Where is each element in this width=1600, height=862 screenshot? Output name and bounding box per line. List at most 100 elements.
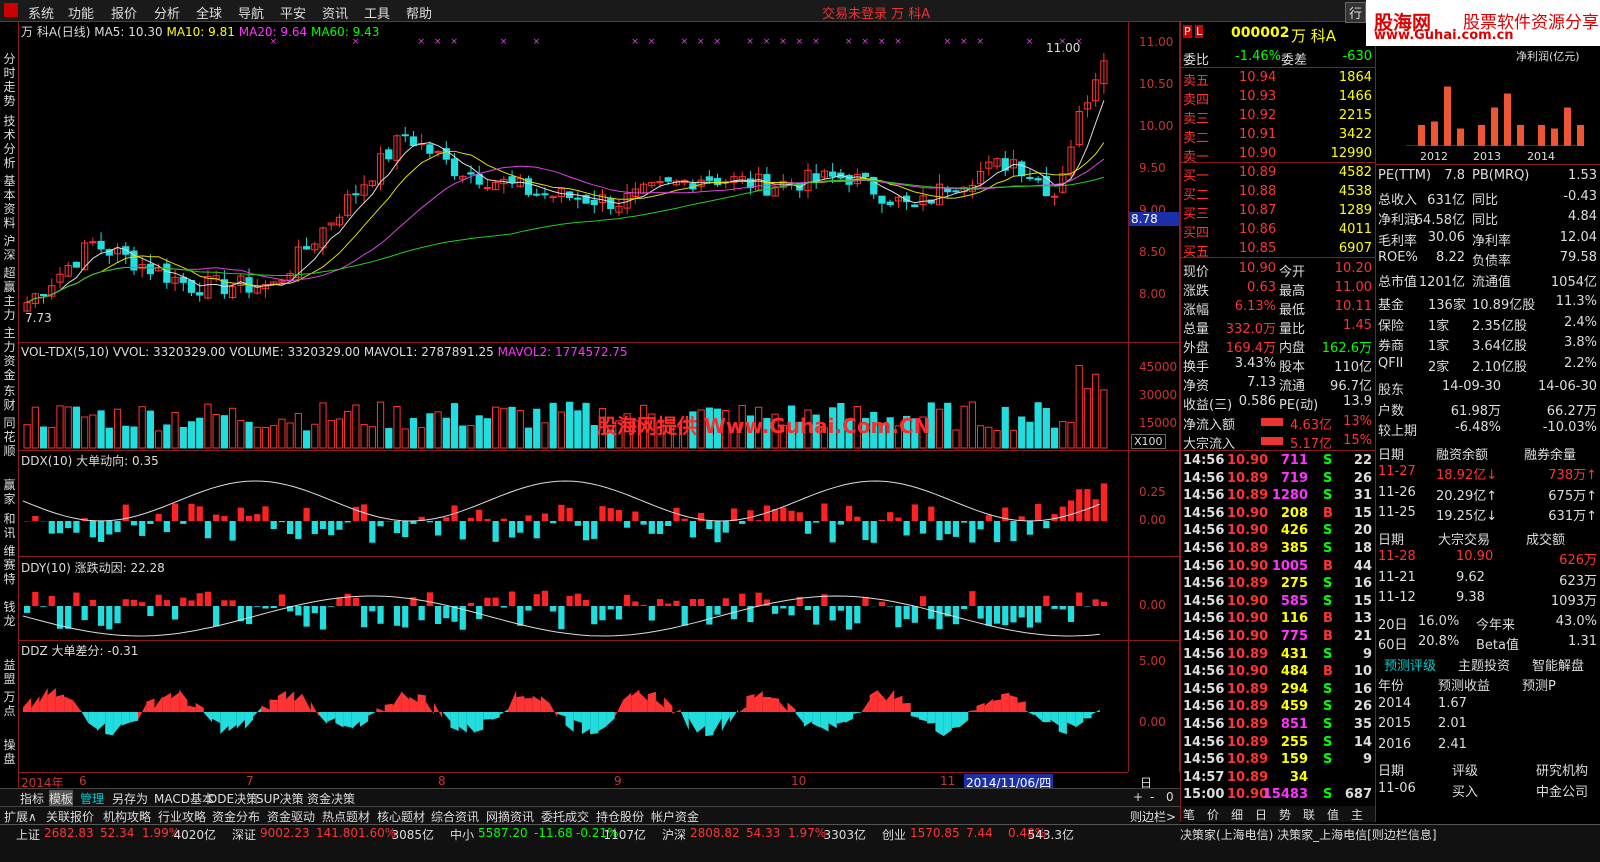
index-name: 深证	[232, 828, 257, 842]
index-item[interactable]: 沪深 2808.82 54.33 1.97% 3303亿	[648, 826, 868, 843]
ddz-area	[581, 712, 591, 735]
tab-digest-news[interactable]: 网摘资讯	[486, 808, 534, 825]
tab-general-news[interactable]: 综合资讯	[431, 808, 479, 825]
tab-manage[interactable]: 管理	[80, 790, 104, 807]
x-label: 10	[791, 774, 807, 788]
nav-main-funds[interactable]: 主力资金	[2, 326, 17, 382]
menu-system[interactable]: 系统	[28, 3, 54, 22]
menu-tools[interactable]: 工具	[364, 3, 390, 22]
nav-caopan[interactable]: 操盘	[2, 738, 17, 766]
chart-area[interactable]: × × × × × × × × × × × × × × × × × × × × × × × × × × × 万 科A(日线) MA5…	[19, 22, 1128, 772]
nav-minute-chart[interactable]: 分时走势	[2, 52, 17, 108]
index-item[interactable]: 创业 1570.85 7.44 0.48% 543.3亿	[868, 826, 1076, 843]
ddz-area	[787, 702, 796, 712]
tab-fund-decision[interactable]: 资金决策	[307, 790, 355, 807]
tab-link[interactable]: 联	[1303, 806, 1315, 823]
tab-value[interactable]: 值	[1327, 806, 1339, 823]
ddx-bar	[582, 521, 590, 541]
nav-tonghuashun[interactable]: 同花顺	[2, 416, 17, 458]
buy-row[interactable]: 买一 10.89 4582	[1181, 164, 1376, 184]
ddx-bar	[747, 510, 754, 521]
tab-forecast[interactable]: 预测评级	[1384, 655, 1436, 674]
tab-daily[interactable]: 日	[1255, 806, 1267, 823]
buy-row[interactable]: 买二 10.88 4538	[1181, 183, 1376, 203]
rating-row-cell: 11-06	[1378, 780, 1416, 796]
tab-price[interactable]: 价	[1207, 806, 1219, 823]
nav-qianlong[interactable]: 钱龙	[2, 600, 17, 628]
tab-theme[interactable]: 主题投资	[1458, 655, 1510, 674]
index-item[interactable]: 中小 5587.20 -11.68 -0.21% 1107亿	[436, 826, 648, 843]
signal-marker: ×	[434, 37, 442, 47]
nav-winner[interactable]: 赢家	[2, 478, 17, 506]
menu-pingan[interactable]: 平安	[280, 3, 306, 22]
ddy-bar	[81, 606, 88, 621]
menu-news[interactable]: 资讯	[322, 3, 348, 22]
tab-main[interactable]: 主	[1351, 806, 1363, 823]
nav-hushen[interactable]: 沪深	[2, 234, 17, 262]
sell-row[interactable]: 卖一 10.90 12990	[1181, 145, 1376, 165]
nav-weisaite[interactable]: 维赛特	[2, 544, 17, 586]
ddx-bar	[1076, 489, 1083, 521]
tab-account[interactable]: 帐户资金	[651, 808, 699, 825]
buy-row[interactable]: 买五 10.85 6907	[1181, 240, 1376, 260]
tab-sup[interactable]: SUP决策	[256, 790, 304, 807]
kline-chart[interactable]: × × × × × × × × × × × × × × × × × × × × × × × × × × ×	[19, 22, 1128, 772]
tab-detail[interactable]: 细	[1231, 806, 1243, 823]
menu-function[interactable]: 功能	[68, 3, 94, 22]
nav-dongcai[interactable]: 东财	[2, 384, 17, 412]
ddx-bar	[689, 521, 697, 538]
tab-template[interactable]: 模板	[49, 790, 74, 807]
sell-row[interactable]: 卖二 10.91 3422	[1181, 126, 1376, 146]
ddy-bar	[911, 606, 918, 623]
tab-hot-topic[interactable]: 热点题材	[322, 808, 370, 825]
nav-yimeng[interactable]: 益盟	[2, 658, 17, 686]
sell-row[interactable]: 卖四 10.93 1466	[1181, 88, 1376, 108]
side-panel-toggle[interactable]: 则边栏>	[1130, 808, 1176, 825]
tab-trades[interactable]: 笔	[1183, 806, 1195, 823]
buy-volume: 6907	[1338, 241, 1372, 256]
tab-fund-dist[interactable]: 资金分布	[212, 808, 260, 825]
sell-row[interactable]: 卖三 10.92 2215	[1181, 107, 1376, 127]
tab-expand[interactable]: 扩展∧	[4, 808, 37, 825]
tab-macd[interactable]: MACD基本	[154, 790, 214, 807]
menu-navigate[interactable]: 导航	[238, 3, 264, 22]
nav-tech-analysis[interactable]: 技术分析	[2, 114, 17, 170]
block-price: 9.38	[1456, 590, 1485, 605]
candle	[72, 261, 81, 268]
menu-global[interactable]: 全球	[196, 3, 222, 22]
nav-basic-info[interactable]: 基本资料	[2, 174, 17, 230]
holder-row-cell: -10.03%	[1542, 420, 1597, 435]
nav-super-main[interactable]: 超赢主力	[2, 266, 17, 322]
zoom-out-button[interactable]: -	[1150, 790, 1154, 804]
tab-institution[interactable]: 机构攻略	[103, 808, 151, 825]
tab-dde[interactable]: DDE决策	[208, 790, 258, 807]
nav-hexun[interactable]: 和讯	[2, 512, 17, 540]
index-item[interactable]: 深证 9002.23 141.80 1.60% 3085亿	[218, 826, 436, 843]
tab-orders[interactable]: 委托成交	[541, 808, 589, 825]
buy-row[interactable]: 买四 10.86 4011	[1181, 221, 1376, 241]
tab-indicator[interactable]: 指标	[20, 790, 44, 807]
zoom-reset-button[interactable]: 0	[1166, 790, 1174, 804]
signal-markers: × × × × × × × × × × × × × × × × × × × × × × × × × × ×	[270, 37, 1083, 47]
index-item[interactable]: 上证 2682.83 52.34 1.99% 4020亿	[2, 826, 218, 843]
tab-save-as[interactable]: 另存为	[112, 790, 148, 807]
tab-smart[interactable]: 智能解盘	[1532, 655, 1584, 674]
tab-related-quote[interactable]: 关联报价	[46, 808, 94, 825]
sell-row[interactable]: 卖五 10.94 1864	[1181, 69, 1376, 89]
ddx-bar	[1059, 506, 1066, 521]
rating-head-cell: 研究机构	[1536, 764, 1589, 779]
buy-row[interactable]: 买三 10.87 1289	[1181, 202, 1376, 222]
stat-label: 流通	[1279, 379, 1306, 394]
tab-core-topic[interactable]: 核心题材	[377, 808, 425, 825]
tab-fund-drive[interactable]: 资金驱动	[267, 808, 315, 825]
menu-help[interactable]: 帮助	[406, 3, 432, 22]
zoom-in-button[interactable]: +	[1133, 790, 1143, 804]
quote-tab-button[interactable]: 行	[1344, 2, 1366, 23]
tick-time: 14:57	[1183, 769, 1225, 785]
tab-trend[interactable]: 势	[1279, 806, 1291, 823]
nav-wandian[interactable]: 万点	[2, 690, 17, 718]
menu-quote[interactable]: 报价	[111, 3, 137, 22]
tab-positions[interactable]: 持仓股份	[596, 808, 644, 825]
menu-analysis[interactable]: 分析	[154, 3, 180, 22]
tab-industry[interactable]: 行业攻略	[158, 808, 206, 825]
